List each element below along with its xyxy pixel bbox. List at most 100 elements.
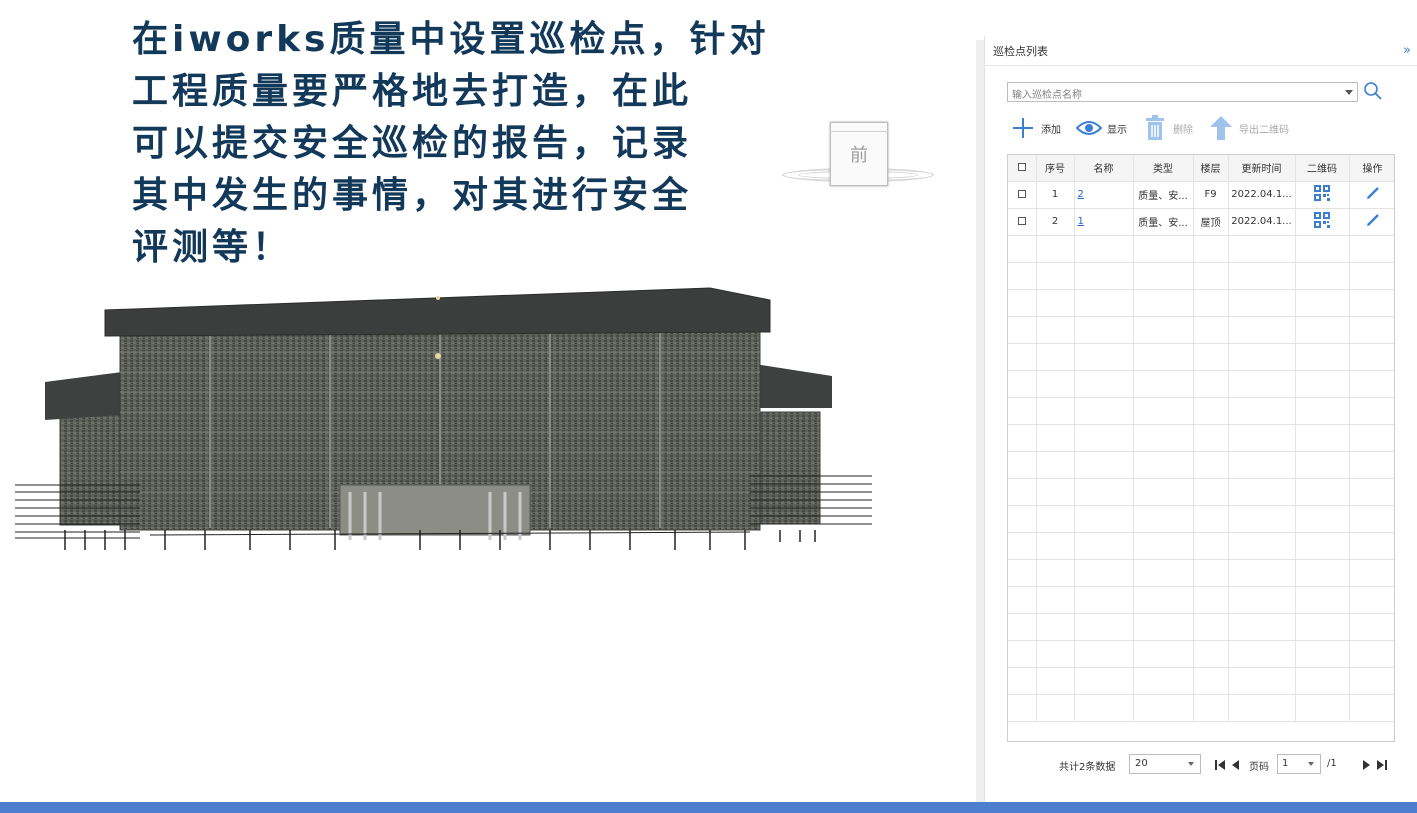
- dropdown-caret-icon[interactable]: [1345, 90, 1353, 95]
- total-records-text: 共计2条数据: [1059, 762, 1116, 773]
- row-checkbox[interactable]: [1017, 190, 1026, 198]
- first-page-icon[interactable]: [1213, 758, 1227, 772]
- row-actions-cell: [1349, 208, 1394, 236]
- view-cube-top-edge: [830, 122, 888, 132]
- row-name-link[interactable]: 2: [1078, 189, 1084, 200]
- caption-line: 评测等！: [132, 227, 293, 268]
- upload-icon: [1207, 114, 1235, 142]
- empty-row: [1008, 316, 1394, 344]
- page-label: 页码: [1249, 762, 1269, 773]
- row-updated: 2022.04.1...: [1228, 208, 1296, 236]
- add-button[interactable]: 添加: [1009, 114, 1061, 142]
- empty-row: [1008, 559, 1394, 587]
- row-qrcode-cell: [1295, 181, 1350, 209]
- row-updated: 2022.04.1...: [1228, 181, 1296, 209]
- table-row[interactable]: 2 1 质量、安... 屋顶 2022.04.1...: [1008, 208, 1394, 236]
- empty-row: [1008, 667, 1394, 695]
- caption-line: 工程质量要严格地去打造，在此: [132, 71, 693, 112]
- row-checkbox-cell[interactable]: [1008, 208, 1037, 236]
- row-name-cell: 1: [1074, 208, 1134, 236]
- row-actions-cell: [1349, 181, 1394, 209]
- show-button-label: 显示: [1107, 124, 1127, 136]
- search-input[interactable]: [1008, 86, 1357, 105]
- column-header-type[interactable]: 类型: [1133, 155, 1194, 182]
- empty-row: [1008, 505, 1394, 533]
- column-header-index[interactable]: 序号: [1036, 155, 1075, 182]
- empty-row: [1008, 586, 1394, 614]
- next-page-icon[interactable]: [1359, 758, 1373, 772]
- empty-row: [1008, 370, 1394, 398]
- edit-pencil-icon[interactable]: [1366, 186, 1380, 200]
- right-wing-roof: [755, 364, 832, 408]
- entrance: [339, 484, 531, 536]
- overlay-caption: 在iworks质量中设置巡检点，针对 工程质量要严格地去打造，在此 可以提交安全…: [132, 14, 770, 274]
- page-size-select[interactable]: 20: [1129, 754, 1201, 774]
- column-header-qrcode: 二维码: [1295, 155, 1350, 182]
- row-index: 1: [1036, 181, 1075, 209]
- search-combobox[interactable]: [1007, 82, 1358, 105]
- row-name-cell: 2: [1074, 181, 1134, 209]
- delete-button-label: 删除: [1173, 124, 1193, 136]
- edit-pencil-icon[interactable]: [1366, 213, 1380, 227]
- page-size-caret-icon: [1188, 762, 1194, 766]
- empty-row: [1008, 289, 1394, 317]
- prev-page-icon[interactable]: [1229, 758, 1243, 772]
- qrcode-icon[interactable]: [1314, 185, 1330, 201]
- column-header-name[interactable]: 名称: [1074, 155, 1134, 182]
- export-qrcode-button[interactable]: 导出二维码: [1207, 114, 1289, 142]
- facade-light: [435, 353, 441, 359]
- row-type: 质量、安...: [1133, 181, 1194, 209]
- empty-row: [1008, 613, 1394, 641]
- empty-row: [1008, 235, 1394, 263]
- building-model[interactable]: [10, 280, 880, 560]
- row-qrcode-cell: [1295, 208, 1350, 236]
- pagination-bar: 共计2条数据 20 页码 1 /1: [1007, 754, 1397, 776]
- add-button-label: 添加: [1041, 124, 1061, 136]
- export-button-label: 导出二维码: [1239, 124, 1289, 136]
- viewer-stage[interactable]: 在iworks质量中设置巡检点，针对 工程质量要严格地去打造，在此 可以提交安全…: [0, 0, 1417, 813]
- empty-row: [1008, 640, 1394, 668]
- row-name-link[interactable]: 1: [1078, 216, 1084, 227]
- delete-button[interactable]: 删除: [1141, 114, 1193, 142]
- empty-row: [1008, 262, 1394, 290]
- toolbar: 添加 显示 删除 导出二维码: [1009, 114, 1303, 142]
- empty-row: [1008, 478, 1394, 506]
- collapse-panel-icon[interactable]: »: [1403, 43, 1411, 58]
- search-icon[interactable]: [1363, 81, 1383, 101]
- page-number-select[interactable]: 1: [1277, 754, 1321, 774]
- total-pages-text: /1: [1327, 758, 1337, 769]
- panel-splitter[interactable]: [976, 40, 984, 802]
- current-page-value: 1: [1282, 758, 1289, 769]
- bottom-accent-bar: [0, 802, 1417, 813]
- row-checkbox-cell[interactable]: [1008, 181, 1037, 209]
- show-button[interactable]: 显示: [1075, 114, 1127, 142]
- qrcode-icon[interactable]: [1314, 212, 1330, 228]
- column-header-floor[interactable]: 楼层: [1193, 155, 1229, 182]
- trash-icon: [1141, 114, 1169, 142]
- main-roof: [104, 287, 771, 337]
- row-floor: F9: [1193, 181, 1229, 209]
- empty-row: [1008, 397, 1394, 425]
- roof-light: [436, 296, 440, 300]
- table-row[interactable]: 1 2 质量、安... F9 2022.04.1...: [1008, 181, 1394, 209]
- row-index: 2: [1036, 208, 1075, 236]
- view-cube[interactable]: 前: [778, 118, 938, 198]
- inspection-point-panel: 巡检点列表 » 添加 显示: [984, 36, 1417, 802]
- select-all-checkbox-cell[interactable]: [1008, 155, 1037, 182]
- caption-line: 在iworks质量中设置巡检点，针对: [132, 19, 770, 60]
- caption-line: 其中发生的事情，对其进行安全: [132, 175, 693, 216]
- empty-row: [1008, 451, 1394, 479]
- column-header-updated[interactable]: 更新时间: [1228, 155, 1296, 182]
- empty-row: [1008, 343, 1394, 371]
- eye-icon: [1075, 114, 1103, 142]
- plus-icon: [1009, 114, 1037, 142]
- empty-row: [1008, 532, 1394, 560]
- last-page-icon[interactable]: [1375, 758, 1389, 772]
- row-checkbox[interactable]: [1017, 217, 1026, 225]
- select-all-checkbox[interactable]: [1017, 163, 1026, 172]
- search-row: [1007, 81, 1382, 105]
- table-header-row: 序号 名称 类型 楼层 更新时间 二维码 操作: [1008, 155, 1394, 182]
- column-header-actions: 操作: [1349, 155, 1394, 182]
- row-floor: 屋顶: [1193, 208, 1229, 236]
- page-size-value: 20: [1135, 758, 1148, 769]
